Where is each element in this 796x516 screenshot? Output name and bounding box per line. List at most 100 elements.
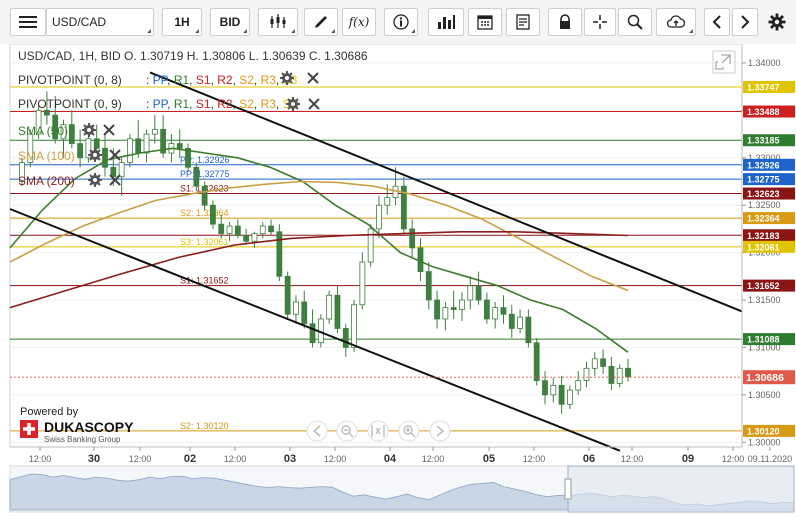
gear-icon[interactable] — [88, 148, 102, 162]
gear-icon[interactable] — [286, 97, 300, 111]
hamburger-icon — [19, 16, 37, 28]
price-chart[interactable]: PP: 1.32926PP: 1.32775S1: 1.32623S2: 1.3… — [0, 44, 796, 516]
symbol-selector[interactable]: USD/CAD — [46, 8, 154, 36]
candle-body — [566, 389, 573, 405]
pan-right-button[interactable] — [429, 420, 451, 442]
candle-body — [483, 299, 490, 320]
candle-body — [376, 204, 382, 230]
candle-body — [44, 109, 50, 116]
candle-body — [102, 147, 108, 168]
x-tick-label: 03 — [284, 453, 296, 465]
candle-body — [301, 301, 308, 325]
candle-body — [583, 367, 590, 382]
scroll-left-button[interactable] — [704, 8, 730, 36]
side-label: BID — [219, 15, 241, 29]
news-button[interactable] — [506, 8, 540, 36]
price-tag-label: 1.33747 — [747, 82, 780, 92]
fullscreen-button[interactable] — [712, 50, 736, 74]
candle-body — [93, 138, 100, 149]
dropdown-corner-icon — [195, 29, 199, 33]
candle-body — [259, 225, 266, 235]
candle-body — [143, 133, 150, 154]
draw-tool-button[interactable] — [304, 8, 338, 36]
dropdown-corner-icon — [243, 29, 247, 33]
y-tick-label: 1.34000 — [748, 58, 781, 68]
pivot-1-name: PIVOTPOINT (0, 8) — [18, 73, 122, 87]
candle-body — [234, 225, 241, 236]
gear-icon[interactable] — [88, 173, 102, 187]
candle-body — [417, 247, 424, 272]
price-tag-label: 1.33185 — [747, 136, 780, 146]
gear-icon[interactable] — [280, 71, 294, 85]
volume-button[interactable] — [428, 8, 464, 36]
x-tick-label: 09.11.2020 — [748, 454, 792, 464]
powered-by: Powered by — [20, 406, 79, 418]
x-tick-label: 12:00 — [224, 454, 247, 464]
x-tick-label: 05 — [483, 453, 495, 465]
pivot-2-name: PIVOTPOINT (0, 9) — [18, 97, 122, 111]
candle-body — [533, 342, 540, 382]
navigator[interactable] — [9, 465, 795, 513]
scroll-right-button[interactable] — [732, 8, 758, 36]
chart-type-button[interactable] — [258, 8, 298, 36]
period-selector[interactable]: 1H — [162, 8, 202, 36]
settings-button[interactable] — [762, 8, 792, 36]
gear-icon — [768, 13, 786, 31]
candle-body — [425, 271, 432, 301]
candle-body — [625, 367, 631, 378]
zoom-out-button[interactable] — [336, 420, 358, 442]
lock-icon — [560, 14, 570, 29]
y-tick-label: 1.30000 — [748, 437, 781, 447]
pen-icon — [315, 16, 327, 28]
candle-body — [351, 304, 357, 348]
navigator-window[interactable] — [567, 465, 795, 513]
indicators-button[interactable]: f(x) — [342, 8, 376, 36]
candle-body — [127, 138, 133, 163]
y-tick-label: 1.30500 — [748, 390, 781, 400]
chevron-right-icon — [741, 15, 750, 29]
share-button[interactable] — [656, 8, 696, 36]
dropdown-corner-icon — [331, 29, 335, 33]
candle-body — [616, 367, 623, 384]
info-button[interactable] — [384, 8, 418, 36]
pan-left-button[interactable] — [306, 420, 328, 442]
chart-header: USD/CAD, 1H, BID O. 1.30719 H. 1.30806 L… — [18, 49, 368, 63]
zoom-reset-button[interactable] — [367, 420, 389, 442]
zoom-in-button[interactable] — [398, 420, 420, 442]
candle-body — [268, 225, 274, 233]
candle-body — [525, 316, 532, 344]
candle-body — [558, 384, 565, 405]
period-label: 1H — [174, 15, 190, 29]
price-tag-label: 1.32926 — [747, 160, 780, 170]
sma-200-label: SMA (200) — [18, 174, 75, 188]
candle-body — [326, 294, 333, 320]
calendar-icon — [477, 15, 493, 30]
pivot-level-label: S1: 1.31652 — [180, 276, 229, 286]
candle-body — [251, 233, 258, 242]
candle-body — [475, 285, 482, 301]
lock-button[interactable] — [548, 8, 582, 36]
pivot-indicator-1[interactable]: PIVOTPOINT (0, 8) : PP, R1, S1, R2, S2, … — [18, 71, 319, 87]
candle-body — [135, 138, 142, 154]
y-tick-label: 1.31500 — [748, 295, 781, 305]
calendar-button[interactable] — [468, 8, 502, 36]
crosshair-button[interactable] — [584, 8, 616, 36]
candle-body — [176, 143, 183, 149]
price-tag-label: 1.31652 — [747, 281, 780, 291]
candle-body — [118, 162, 125, 178]
candle-body — [201, 185, 208, 206]
menu-button[interactable] — [10, 8, 46, 36]
dropdown-corner-icon — [147, 29, 151, 33]
price-tag-label: 1.32364 — [747, 214, 780, 224]
gear-icon[interactable] — [82, 123, 96, 137]
toolbar: USD/CAD 1H BID f(x) — [0, 0, 796, 45]
side-selector[interactable]: BID — [210, 8, 250, 36]
navigator-handle-left[interactable] — [564, 478, 572, 500]
dropdown-corner-icon — [689, 29, 693, 33]
zoom-icon — [627, 14, 643, 30]
pivot-indicator-2[interactable]: PIVOTPOINT (0, 9) : PP, R1, S1, R2, S2, … — [18, 97, 320, 111]
candle-body — [210, 204, 216, 225]
x-tick-label: 02 — [184, 453, 196, 465]
zoom-button[interactable] — [618, 8, 652, 36]
candle-body — [492, 307, 499, 320]
